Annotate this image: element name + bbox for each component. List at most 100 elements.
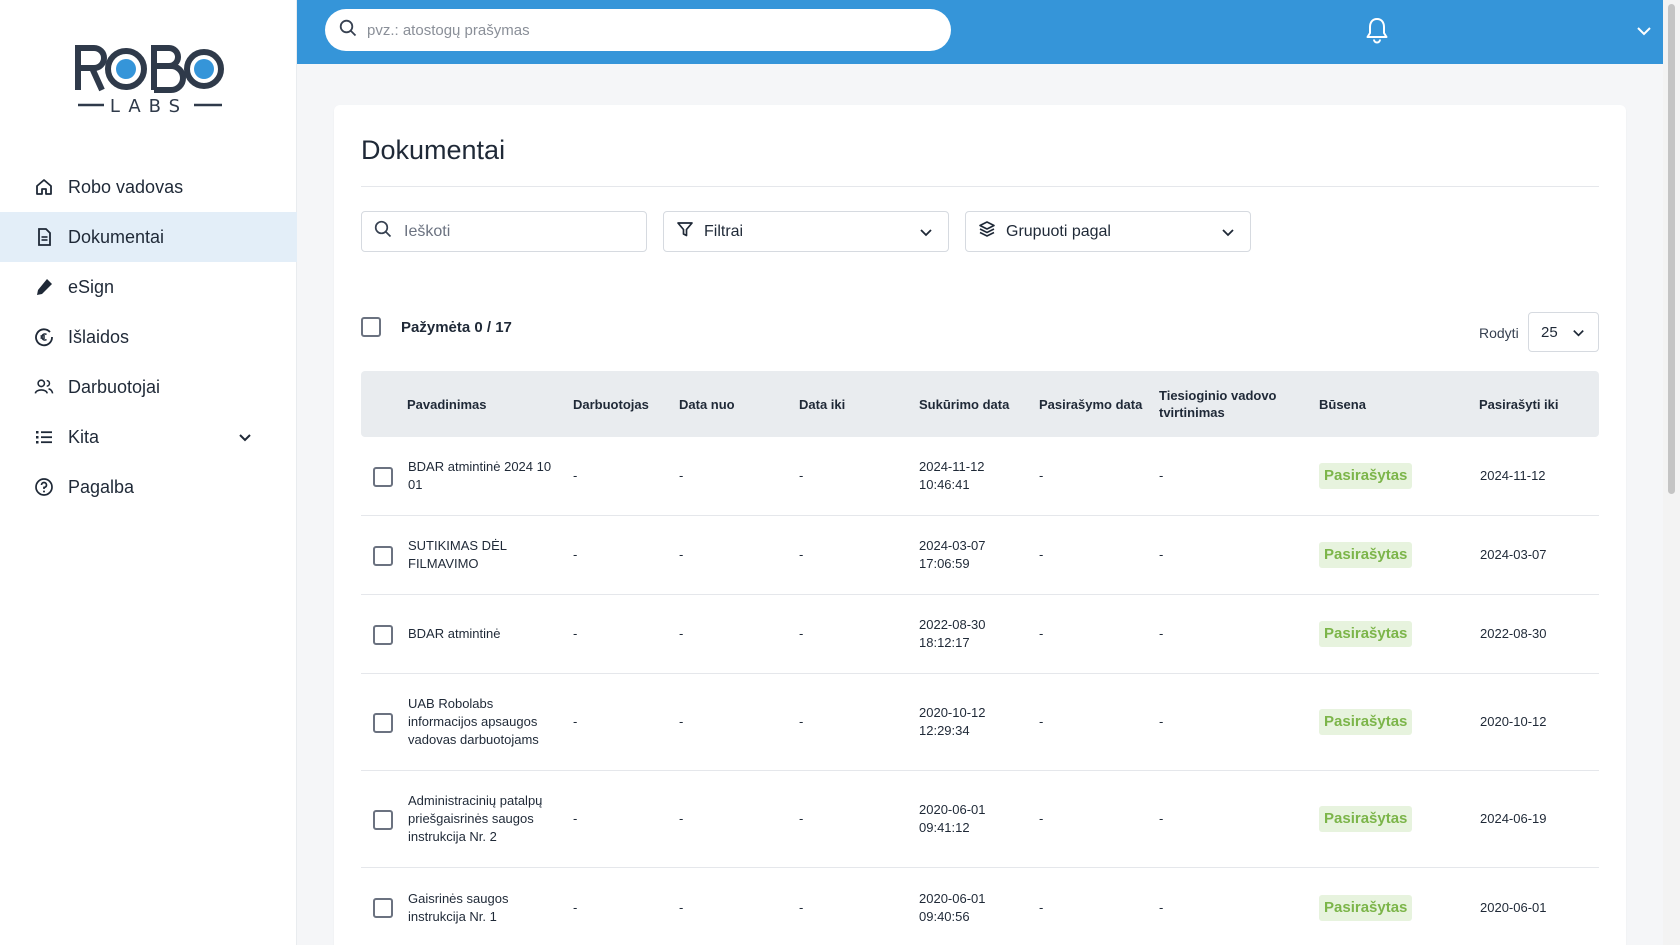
row-checkbox[interactable] <box>373 546 393 566</box>
list-icon <box>34 427 54 447</box>
column-header-created[interactable]: Sukūrimo data <box>919 371 1029 437</box>
column-header-date-from[interactable]: Data nuo <box>679 371 779 437</box>
row-date-to: - <box>799 626 804 641</box>
row-created: 2020-06-01 09:40:56 <box>919 890 986 924</box>
row-date-from: - <box>679 547 684 562</box>
group-by-label: Grupuoti pagal <box>1006 222 1111 240</box>
row-employee: - <box>573 811 578 826</box>
page-size-label: Rodyti <box>1479 325 1519 341</box>
table-row[interactable]: Administracinių patalpų priešgaisrinės s… <box>361 771 1599 868</box>
row-created: 2022-08-30 18:12:17 <box>919 617 986 650</box>
row-created: 2024-03-07 17:06:59 <box>919 538 986 571</box>
status-badge: Pasirašytas <box>1319 621 1413 647</box>
row-signed: - <box>1039 547 1044 562</box>
status-badge: Pasirašytas <box>1319 894 1413 921</box>
row-name[interactable]: UAB Robolabs informacijos apsaugos vadov… <box>408 674 558 770</box>
row-name[interactable]: SUTIKIMAS DĖL FILMAVIMO <box>408 516 508 594</box>
pen-icon <box>34 277 54 297</box>
row-signed: - <box>1039 899 1044 915</box>
divider <box>361 186 1599 187</box>
select-all-checkbox[interactable] <box>361 317 381 337</box>
notification-bell-icon[interactable] <box>1364 16 1390 44</box>
row-date-to: - <box>799 899 804 915</box>
page-size-select[interactable]: 25 <box>1528 312 1599 352</box>
table-row[interactable]: BDAR atmintinė - - - 2022-08-30 18:12:17… <box>361 595 1599 674</box>
select-all-row: Pažymėta 0 / 17 <box>361 312 512 342</box>
row-name[interactable]: Gaisrinės saugos instrukcija Nr. 1 <box>408 868 538 945</box>
table-row[interactable]: UAB Robolabs informacijos apsaugos vadov… <box>361 674 1599 771</box>
robolabs-logo[interactable]: LABS <box>74 42 224 117</box>
row-date-to: - <box>799 547 804 562</box>
row-signed: - <box>1039 468 1044 483</box>
row-checkbox[interactable] <box>373 625 393 645</box>
column-header-signed[interactable]: Pasirašymo data <box>1039 371 1154 437</box>
sidebar-item-dokumentai[interactable]: Dokumentai <box>0 212 297 262</box>
row-checkbox[interactable] <box>373 810 393 830</box>
sidebar-nav: Robo vadovas Dokumentai eSign Išlaidos D… <box>0 162 297 512</box>
row-checkbox[interactable] <box>373 467 393 487</box>
status-badge: Pasirašytas <box>1319 709 1413 735</box>
row-signed: - <box>1039 714 1044 729</box>
row-date-to: - <box>799 714 804 729</box>
row-sign-by: 2024-06-19 <box>1480 811 1547 826</box>
chevron-down-icon <box>918 224 934 240</box>
column-header-name[interactable]: Pavadinimas <box>407 371 547 437</box>
users-icon <box>34 377 54 397</box>
selected-count: Pažymėta 0 / 17 <box>401 318 512 336</box>
filter-label: Filtrai <box>704 222 744 240</box>
column-header-employee[interactable]: Darbuotojas <box>573 371 668 437</box>
layers-icon <box>978 220 996 243</box>
row-date-from: - <box>679 714 684 729</box>
row-employee: - <box>573 468 578 483</box>
document-icon <box>34 227 54 247</box>
status-badge: Pasirašytas <box>1319 542 1413 568</box>
global-search-input[interactable] <box>367 21 927 39</box>
column-header-approval[interactable]: Tiesioginio vadovo tvirtinimas <box>1159 371 1284 437</box>
sidebar-item-islaidos[interactable]: Išlaidos <box>0 312 297 362</box>
user-menu-chevron-icon[interactable] <box>1635 22 1653 40</box>
sidebar-item-pagalba[interactable]: Pagalba <box>0 462 297 512</box>
row-sign-by: 2024-03-07 <box>1480 547 1547 562</box>
row-created: 2020-06-01 09:41:12 <box>919 802 986 835</box>
document-search[interactable] <box>361 211 647 252</box>
row-approval: - <box>1159 547 1164 562</box>
row-checkbox[interactable] <box>373 713 393 733</box>
sidebar-item-label: Dokumentai <box>68 226 165 247</box>
row-approval: - <box>1159 899 1164 915</box>
row-checkbox[interactable] <box>373 898 393 918</box>
sidebar-item-darbuotojai[interactable]: Darbuotojai <box>0 362 297 412</box>
row-name[interactable]: Administracinių patalpų priešgaisrinės s… <box>408 771 558 867</box>
table-row[interactable]: SUTIKIMAS DĖL FILMAVIMO - - - 2024-03-07… <box>361 516 1599 595</box>
row-approval: - <box>1159 811 1164 826</box>
table-row[interactable]: BDAR atmintinė 2024 10 01 - - - 2024-11-… <box>361 437 1599 516</box>
chevron-down-icon <box>1571 325 1586 340</box>
column-header-status[interactable]: Būsena <box>1319 371 1419 437</box>
sidebar-item-kita[interactable]: Kita <box>0 412 297 462</box>
group-by-dropdown[interactable]: Grupuoti pagal <box>965 211 1251 252</box>
table-row[interactable]: Gaisrinės saugos instrukcija Nr. 1 - - -… <box>361 868 1599 945</box>
global-search[interactable] <box>325 9 951 51</box>
sidebar-item-robo-vadovas[interactable]: Robo vadovas <box>0 162 297 212</box>
logo-subtitle: LABS <box>110 96 188 116</box>
filter-dropdown[interactable]: Filtrai <box>663 211 949 252</box>
column-header-sign-by[interactable]: Pasirašyti iki <box>1479 371 1589 437</box>
sidebar-item-esign[interactable]: eSign <box>0 262 297 312</box>
row-sign-by: 2022-08-30 <box>1480 626 1547 641</box>
row-signed: - <box>1039 811 1044 826</box>
top-bar <box>297 0 1663 64</box>
row-name[interactable]: BDAR atmintinė 2024 10 01 <box>408 437 558 515</box>
sidebar-item-label: eSign <box>68 276 115 297</box>
status-badge: Pasirašytas <box>1319 463 1413 489</box>
row-date-to: - <box>799 468 804 483</box>
scrollbar-thumb[interactable] <box>1668 4 1675 494</box>
document-search-input[interactable] <box>404 222 634 241</box>
search-icon <box>374 220 392 243</box>
page-scrollbar[interactable] <box>1663 0 1680 945</box>
sidebar-item-label: Kita <box>68 426 100 447</box>
sidebar-item-label: Pagalba <box>68 476 135 497</box>
expense-icon <box>34 327 54 347</box>
column-header-date-to[interactable]: Data iki <box>799 371 899 437</box>
row-name[interactable]: BDAR atmintinė <box>408 595 558 673</box>
chevron-down-icon[interactable] <box>237 429 253 445</box>
row-approval: - <box>1159 714 1164 729</box>
